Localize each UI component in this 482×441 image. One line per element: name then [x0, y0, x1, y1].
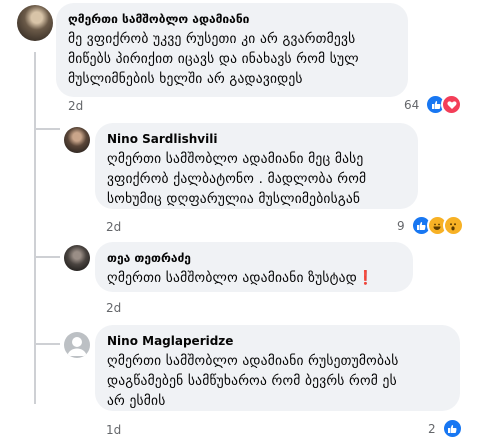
- comment-bubble: Nino Maglaperidze ღმერთი სამშობლო ადამია…: [95, 325, 460, 411]
- thread-line: [34, 52, 36, 404]
- comment-author[interactable]: ღმერთი სამშობლო ადამიანი: [68, 11, 396, 27]
- comment-bubble: Nino Sardlishvili ღმერთი სამშობლო ადამია…: [95, 123, 418, 209]
- comment-age[interactable]: 2d: [106, 301, 121, 315]
- reaction-summary[interactable]: 9: [397, 215, 464, 236]
- comment-bubble: თეა თეთრაძე ღმერთი სამშობლო ადამიანი ზუს…: [95, 242, 413, 292]
- reaction-summary[interactable]: 64: [404, 94, 463, 115]
- comment-text: მე ვფიქრობ უკვე რუსეთი კი არ გვართმევს მ…: [68, 31, 359, 87]
- comment-age[interactable]: 1d: [106, 423, 121, 437]
- avatar[interactable]: [17, 5, 53, 41]
- thread-connector: [34, 343, 60, 345]
- comment-text-body: ღმერთი სამშობლო ადამიანი ზუსტად: [107, 270, 357, 286]
- comment-text: ღმერთი სამშობლო ადამიანი რუსეთუმობას დაგ…: [107, 353, 399, 409]
- exclamation-emoji: ❗: [356, 270, 374, 286]
- thread-connector: [34, 256, 60, 258]
- reaction-count: 2: [428, 421, 436, 436]
- comment-age[interactable]: 2d: [106, 220, 121, 234]
- avatar[interactable]: [64, 127, 90, 153]
- default-avatar-icon: [67, 337, 87, 356]
- like-icon: [441, 418, 463, 439]
- comment-bubble: ღმერთი სამშობლო ადამიანი მე ვფიქრობ უკვე…: [56, 3, 408, 97]
- reaction-summary[interactable]: 2: [428, 418, 463, 439]
- avatar[interactable]: [64, 332, 90, 358]
- comment-author[interactable]: თეა თეთრაძე: [107, 250, 401, 266]
- avatar[interactable]: [64, 245, 90, 271]
- comment-age[interactable]: 2d: [68, 99, 83, 113]
- comment-author[interactable]: Nino Maglaperidze: [107, 333, 448, 349]
- reaction-count: 64: [404, 97, 420, 112]
- comment-text: ღმერთი სამშობლო ადამიანი ზუსტად❗: [107, 268, 401, 288]
- wow-icon: [442, 215, 464, 236]
- comment-author[interactable]: Nino Sardlishvili: [107, 131, 406, 147]
- reaction-count: 9: [397, 218, 405, 233]
- thread-connector: [34, 128, 60, 130]
- comment-text: ღმერთი სამშობლო ადამიანი მეც მასე ვფიქრო…: [107, 151, 367, 207]
- love-icon: [441, 94, 463, 115]
